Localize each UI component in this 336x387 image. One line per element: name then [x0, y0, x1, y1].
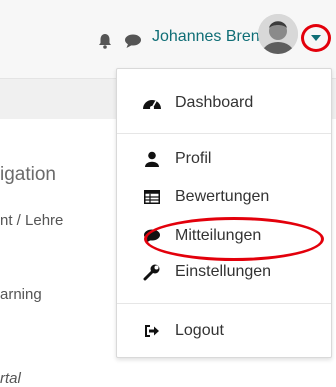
nav-item[interactable]: arning: [0, 286, 42, 303]
nav-heading: igation: [0, 164, 56, 185]
caret-highlight-circle: [301, 24, 331, 52]
nav-item[interactable]: rtal: [0, 370, 21, 387]
menu-item-label: Mitteilungen: [175, 227, 262, 244]
user-name-link[interactable]: Johannes Brenz: [152, 28, 268, 46]
menu-item-label: Bewertungen: [175, 188, 270, 205]
menu-divider: [117, 303, 331, 304]
menu-item-profil[interactable]: Profil: [117, 143, 331, 175]
wrench-icon: [141, 263, 163, 281]
menu-item-label: Dashboard: [175, 94, 254, 111]
menu-divider: [117, 133, 331, 134]
user-menu-dropdown: Dashboard Profil Bewertungen Mitteilunge…: [116, 68, 332, 358]
menu-item-logout[interactable]: Logout: [117, 315, 331, 347]
nav-item[interactable]: nt / Lehre: [0, 212, 63, 229]
user-icon: [141, 150, 163, 168]
menu-item-label: Logout: [175, 322, 224, 339]
menu-item-einstellungen[interactable]: Einstellungen: [117, 256, 331, 288]
bell-icon[interactable]: [96, 32, 114, 50]
menu-item-label: Profil: [175, 150, 212, 167]
menu-item-bewertungen[interactable]: Bewertungen: [117, 181, 331, 213]
menu-item-dashboard[interactable]: Dashboard: [117, 87, 331, 119]
menu-item-mitteilungen[interactable]: Mitteilungen: [117, 220, 331, 252]
menu-item-label: Einstellungen: [175, 263, 272, 280]
avatar[interactable]: [258, 14, 298, 54]
table-icon: [141, 188, 163, 206]
dashboard-gauge-icon: [141, 94, 163, 112]
chat-bubble-icon: [141, 227, 163, 245]
chat-bubble-icon[interactable]: [124, 33, 142, 49]
sign-out-icon: [141, 322, 163, 340]
